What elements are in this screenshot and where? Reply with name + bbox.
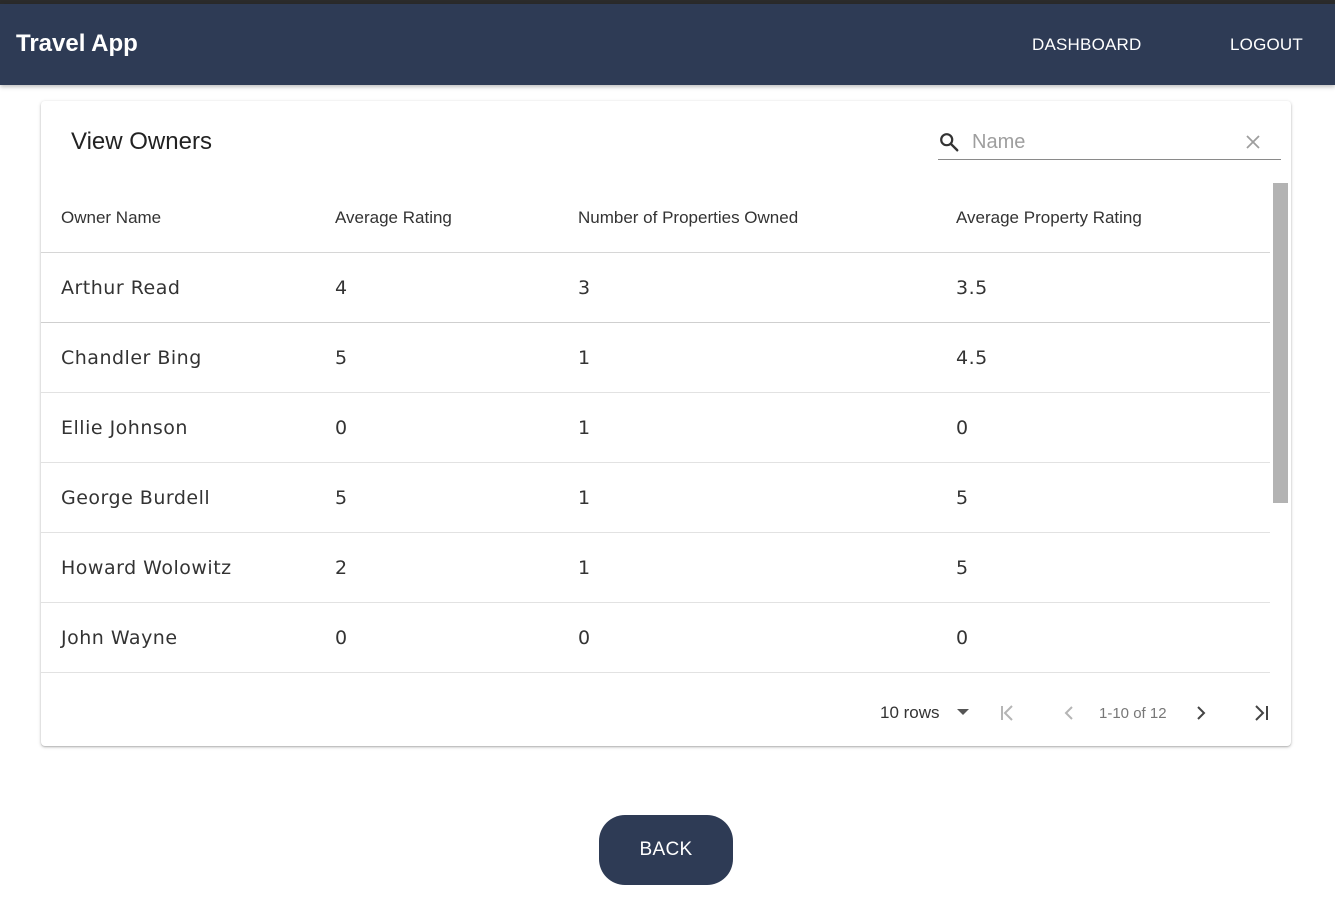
average-rating-cell: 5 — [335, 347, 348, 369]
app-title: Travel App — [16, 30, 138, 57]
properties-owned-cell: 3 — [578, 277, 591, 299]
owners-table-card: View Owners Owner Name Average Rating Nu… — [41, 101, 1291, 746]
dashboard-button[interactable]: DASHBOARD — [1032, 34, 1142, 56]
properties-owned-cell: 0 — [578, 627, 591, 649]
page-range-label: 1-10 of 12 — [1099, 705, 1167, 722]
average-rating-cell: 2 — [335, 557, 348, 579]
page-title: View Owners — [71, 128, 212, 155]
average-rating-cell: 4 — [335, 277, 348, 299]
table-row[interactable]: Chandler Bing 5 1 4.5 — [41, 323, 1270, 393]
search-icon — [940, 133, 959, 152]
owner-name-cell: George Burdell — [61, 487, 211, 509]
scrollbar-thumb[interactable] — [1273, 183, 1288, 503]
column-header-average-rating[interactable]: Average Rating — [335, 207, 452, 229]
chevron-down-icon[interactable] — [956, 707, 970, 717]
previous-page-icon[interactable] — [1059, 703, 1079, 723]
last-page-icon[interactable] — [1251, 703, 1271, 723]
owner-name-cell: Chandler Bing — [61, 347, 202, 369]
owner-name-cell: Howard Wolowitz — [61, 557, 232, 579]
table-row[interactable]: Ellie Johnson 0 1 0 — [41, 393, 1270, 463]
owner-name-cell: Arthur Read — [61, 277, 181, 299]
next-page-icon[interactable] — [1191, 703, 1211, 723]
search-field[interactable] — [938, 125, 1281, 160]
column-header-properties-owned[interactable]: Number of Properties Owned — [578, 207, 798, 229]
pagination: 10 rows 1-10 of 12 — [41, 673, 1291, 746]
average-property-rating-cell: 5 — [956, 487, 969, 509]
logout-button[interactable]: LOGOUT — [1230, 34, 1303, 56]
table-row[interactable]: Howard Wolowitz 2 1 5 — [41, 533, 1270, 603]
properties-owned-cell: 1 — [578, 347, 591, 369]
app-bar: Travel App DASHBOARD LOGOUT — [0, 4, 1335, 85]
average-property-rating-cell: 0 — [956, 627, 969, 649]
first-page-icon[interactable] — [998, 703, 1018, 723]
table-scrollbar[interactable] — [1270, 183, 1291, 673]
average-rating-cell: 0 — [335, 627, 348, 649]
table-header-row: Owner Name Average Rating Number of Prop… — [41, 183, 1270, 253]
average-rating-cell: 5 — [335, 487, 348, 509]
rows-per-page-select[interactable]: 10 rows — [880, 702, 940, 724]
table-row[interactable]: George Burdell 5 1 5 — [41, 463, 1270, 533]
table-row[interactable]: Arthur Read 4 3 3.5 — [41, 253, 1270, 323]
column-header-owner-name[interactable]: Owner Name — [61, 207, 161, 229]
average-property-rating-cell: 3.5 — [956, 277, 988, 299]
owner-name-cell: John Wayne — [61, 627, 178, 649]
table-row[interactable]: John Wayne 0 0 0 — [41, 603, 1270, 673]
back-button[interactable]: BACK — [599, 815, 733, 885]
search-input[interactable] — [972, 127, 1232, 157]
properties-owned-cell: 1 — [578, 487, 591, 509]
properties-owned-cell: 1 — [578, 417, 591, 439]
clear-search-icon[interactable] — [1244, 133, 1262, 151]
average-rating-cell: 0 — [335, 417, 348, 439]
column-header-average-property-rating[interactable]: Average Property Rating — [956, 207, 1142, 229]
average-property-rating-cell: 4.5 — [956, 347, 988, 369]
owner-name-cell: Ellie Johnson — [61, 417, 188, 439]
average-property-rating-cell: 0 — [956, 417, 969, 439]
properties-owned-cell: 1 — [578, 557, 591, 579]
owners-table: Owner Name Average Rating Number of Prop… — [41, 183, 1270, 673]
average-property-rating-cell: 5 — [956, 557, 969, 579]
